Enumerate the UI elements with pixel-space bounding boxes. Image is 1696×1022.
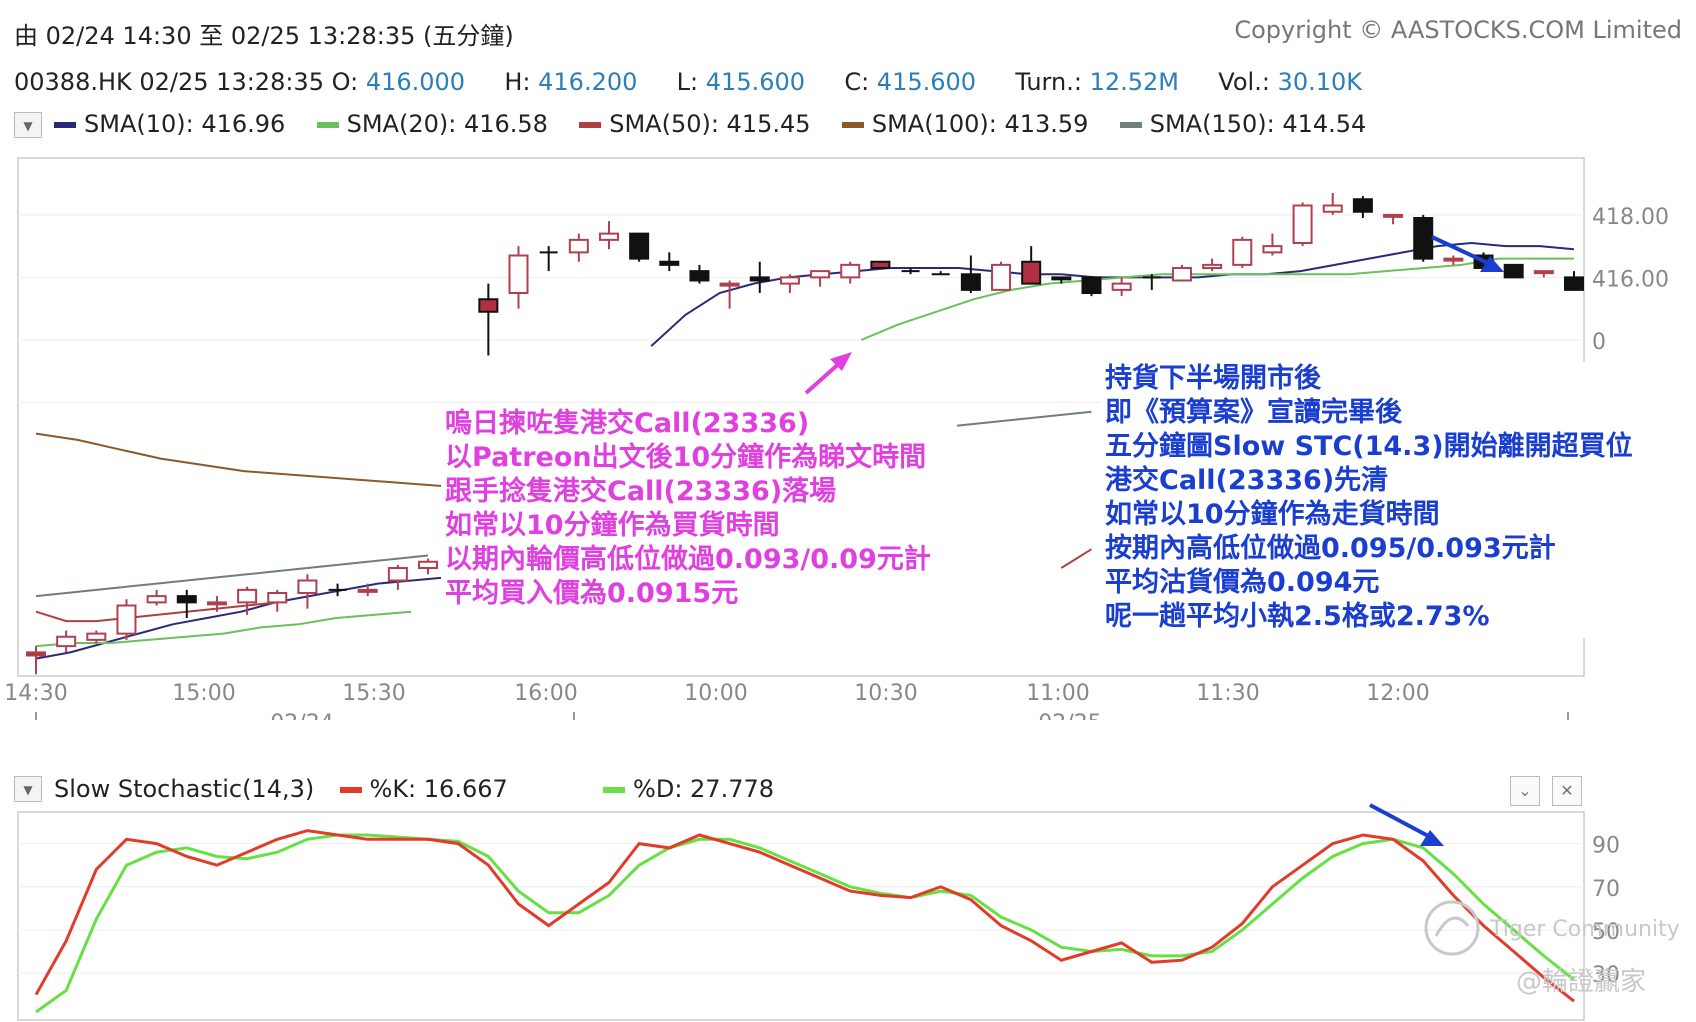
- stoch-line-d: [35, 833, 1575, 1014]
- stoch-y-axis: 90705030: [1592, 834, 1620, 989]
- watermark-logo-mark: [1434, 916, 1470, 937]
- stoch-y-tick-label: 70: [1592, 877, 1620, 902]
- stoch-arrow: [1369, 803, 1433, 840]
- watermark-logo: [1424, 900, 1480, 956]
- watermark-handle: @輪證贏家: [1516, 967, 1646, 997]
- stoch-y-tick-label: 90: [1592, 834, 1620, 859]
- stoch-line-k: [34, 829, 1575, 1003]
- stoch-lines: [34, 829, 1575, 1014]
- watermark-text: Tiger Community: [1489, 917, 1680, 942]
- stoch-grid: [18, 843, 1584, 974]
- stoch-chart: 90705030 Tiger Community @輪證贏家: [17, 803, 1680, 1021]
